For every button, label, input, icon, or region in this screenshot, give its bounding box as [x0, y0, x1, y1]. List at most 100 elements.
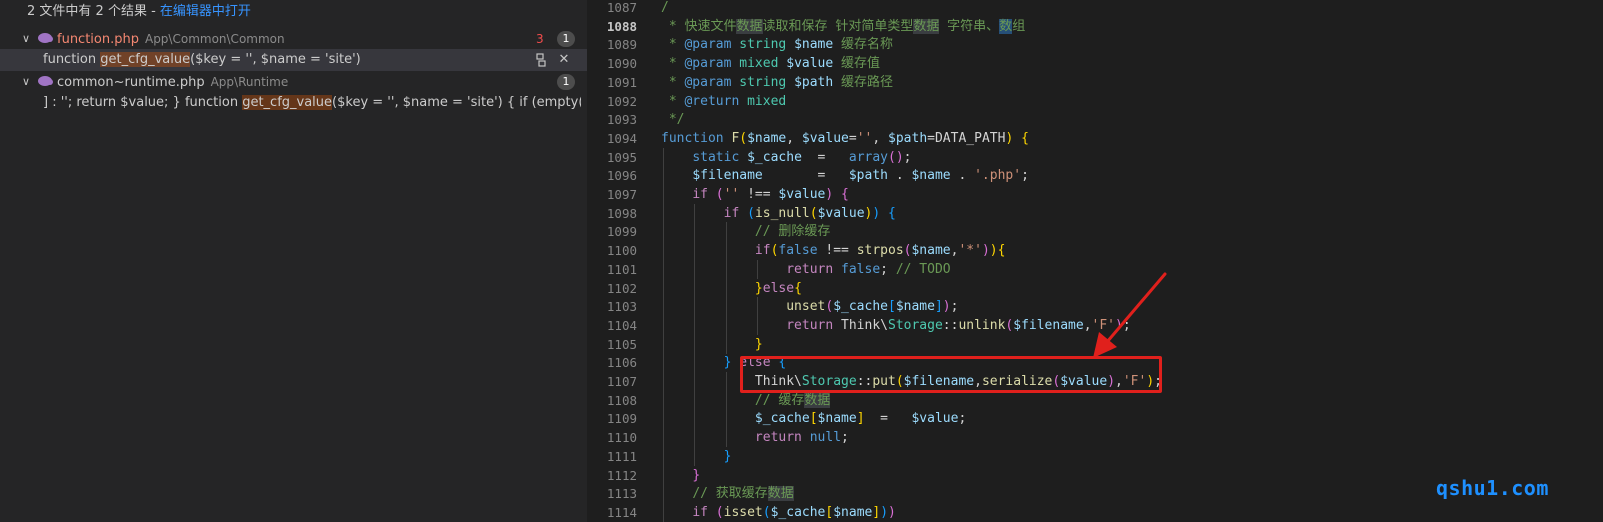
- file-name-group: function.php App\Common\Common: [57, 28, 285, 51]
- file-result-row[interactable]: ∨ function.php App\Common\Common 3 1: [0, 28, 587, 50]
- open-in-editor-link[interactable]: 在编辑器中打开: [160, 4, 251, 19]
- line-number: 1111: [606, 448, 637, 464]
- line-number: 1089: [606, 37, 637, 53]
- code-line[interactable]: 1093 */: [587, 110, 1603, 129]
- code-line[interactable]: 1109 $_cache[$name] = $value;: [587, 409, 1603, 429]
- code-line[interactable]: 1108 // 缓存数据: [587, 390, 1603, 410]
- code-text: */: [661, 112, 685, 128]
- line-number: 1110: [606, 430, 637, 446]
- line-number: 1108: [606, 392, 637, 408]
- line-number: 1114: [606, 504, 637, 520]
- line-number: 1112: [606, 467, 637, 483]
- match-text: function get_cfg_value($key = '', $name …: [43, 49, 361, 71]
- line-number: 1100: [606, 243, 637, 259]
- line-number: 1087: [606, 0, 637, 15]
- code-text: return null;: [754, 430, 849, 446]
- code-line[interactable]: 1095 static $_cache = array();: [587, 147, 1603, 167]
- code-line[interactable]: 1114 if (isset($_cache[$name])): [587, 502, 1603, 522]
- line-number: 1113: [606, 486, 637, 502]
- line-number: 1098: [606, 205, 637, 221]
- code-line[interactable]: 1110 return null;: [587, 428, 1603, 448]
- watermark: qshu1.com: [1436, 476, 1549, 500]
- code-text: if (is_null($value)) {: [723, 205, 896, 221]
- code-line[interactable]: 1111 }: [587, 446, 1603, 466]
- line-number: 1095: [606, 149, 637, 165]
- code-text: return Think\Storage::unlink($filename,'…: [786, 317, 1131, 333]
- line-number: 1101: [606, 261, 637, 277]
- code-text: function F($name, $value='', $path=DATA_…: [661, 130, 1029, 146]
- code-text: /: [661, 0, 669, 15]
- code-text: // 删除缓存: [754, 224, 831, 240]
- chevron-down-icon[interactable]: ∨: [18, 28, 34, 50]
- line-number: 1090: [606, 56, 637, 72]
- code-text: }: [723, 448, 732, 464]
- line-number: 1094: [606, 130, 637, 146]
- code-line[interactable]: 1096 $filename = $path . $name . '.php';: [587, 166, 1603, 186]
- code-text: return false; // TODO: [786, 261, 951, 277]
- code-text: if (isset($_cache[$name])): [692, 504, 896, 520]
- line-number: 1096: [606, 168, 637, 184]
- code-line[interactable]: 1097 if ('' !== $value) {: [587, 185, 1603, 204]
- php-elephant-icon: [38, 33, 53, 43]
- line-number: 1103: [606, 299, 637, 315]
- line-number: 1107: [606, 374, 637, 389]
- match-before: function: [43, 52, 101, 67]
- code-text: * 快速文件数据读取和保存 针对简单类型数据 字符串、数组: [661, 18, 1026, 34]
- code-line[interactable]: 1099 // 删除缓存: [587, 222, 1603, 242]
- php-elephant-icon: [38, 76, 53, 86]
- line-number: 1097: [606, 187, 637, 202]
- code-text: * @param mixed $value 缓存值: [661, 56, 881, 72]
- match-text: ] : ''; return $value; } function get_cf…: [43, 92, 581, 114]
- code-text: * @param string $path 缓存路径: [661, 74, 894, 90]
- line-number: 1091: [606, 74, 637, 90]
- code-line[interactable]: 1094 function F($name, $value='', $path=D…: [587, 129, 1603, 148]
- summary-text: 2 文件中有 2 个结果 -: [27, 4, 160, 19]
- code-text: if ('' !== $value) {: [692, 187, 849, 202]
- match-after: ($key = '', $name = 'site'): [190, 52, 361, 67]
- code-line[interactable]: 1091 * @param string $path 缓存路径: [587, 73, 1603, 92]
- match-highlight: get_cfg_value: [100, 52, 191, 67]
- vscode-window: 2 文件中有 2 个结果 - 在编辑器中打开 ∨ function.php App…: [0, 0, 1603, 522]
- code-line[interactable]: 1087 /: [587, 0, 1603, 17]
- code-text: $filename = $path . $name . '.php';: [692, 168, 1029, 184]
- code-line[interactable]: 1092 * @return mixed: [587, 92, 1603, 111]
- code-line[interactable]: 1090 * @param mixed $value 缓存值: [587, 54, 1603, 73]
- code-editor[interactable]: 1087/1088 * 快速文件数据读取和保存 针对简单类型数据 字符串、数组 1…: [587, 0, 1603, 522]
- match-result-row[interactable]: ] : ''; return $value; } function get_cf…: [0, 92, 587, 114]
- match-result-row[interactable]: function get_cfg_value($key = '', $name …: [0, 49, 587, 71]
- match-before: ] : ''; return $value; } function: [43, 95, 243, 110]
- line-number: 1104: [606, 317, 637, 333]
- file-name: function.php: [57, 32, 139, 47]
- code-text: * @return mixed: [661, 93, 787, 109]
- replace-icon[interactable]: [533, 49, 549, 71]
- line-number: 1093: [606, 112, 637, 128]
- code-line[interactable]: 1088 * 快速文件数据读取和保存 针对简单类型数据 字符串、数组: [587, 17, 1603, 36]
- file-result-row[interactable]: ∨ common~runtime.php App\Runtime 1: [0, 71, 587, 93]
- match-count-badge: 1: [557, 74, 575, 90]
- code-text: }: [754, 336, 763, 352]
- annotation-arrow-icon: [1093, 272, 1167, 358]
- code-text: * @param string $name 缓存名称: [661, 37, 894, 53]
- file-name-group: common~runtime.php App\Runtime: [57, 71, 288, 94]
- chevron-down-icon[interactable]: ∨: [18, 71, 34, 93]
- code-text: static $_cache = array();: [692, 149, 912, 165]
- code-text: unset($_cache[$name]);: [786, 299, 959, 315]
- code-text: }else{: [754, 280, 802, 296]
- code-line[interactable]: 1100 if(false !== strpos($name,'*')){: [587, 241, 1603, 261]
- match-highlight: get_cfg_value: [242, 95, 333, 110]
- search-result-summary: 2 文件中有 2 个结果 - 在编辑器中打开: [27, 4, 251, 20]
- code-line[interactable]: 1089 * @param string $name 缓存名称: [587, 35, 1603, 54]
- line-number: 1099: [606, 224, 637, 240]
- code-text: }: [692, 467, 701, 483]
- file-name: common~runtime.php: [57, 75, 205, 90]
- code-text: // 缓存数据: [754, 392, 831, 408]
- code-text: $_cache[$name] = $value;: [754, 411, 967, 427]
- file-path: App\Runtime: [210, 75, 289, 89]
- search-results-panel: 2 文件中有 2 个结果 - 在编辑器中打开 ∨ function.php App…: [0, 0, 587, 522]
- close-icon[interactable]: ✕: [556, 49, 572, 71]
- file-path: App\Common\Common: [144, 32, 285, 46]
- line-number: 1088: [606, 18, 637, 34]
- code-line[interactable]: 1098 if (is_null($value)) {: [587, 203, 1603, 223]
- problem-count: 3: [536, 32, 544, 46]
- line-number: 1106: [606, 355, 637, 371]
